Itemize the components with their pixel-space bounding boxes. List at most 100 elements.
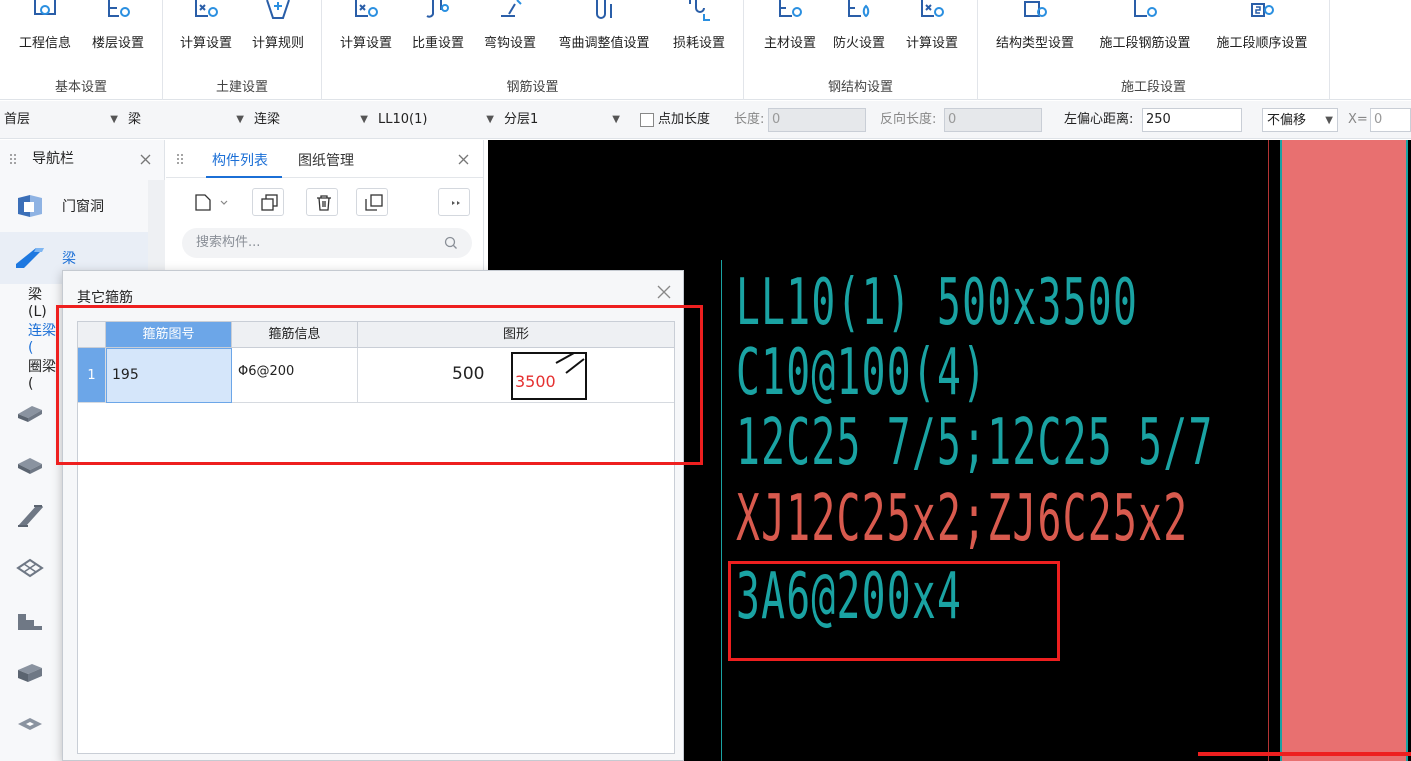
beam-label-line-2: C10@100(4) <box>736 336 988 410</box>
property-bar: 首层 ▼ 梁 ▼ 连梁 ▼ LL10(1) ▼ 分层1 ▼ 点加长度 长度: 0… <box>0 101 1411 139</box>
step-icon[interactable] <box>16 608 44 632</box>
group-title-section: 施工段设置 <box>1120 80 1186 95</box>
navigation-title: 导航栏 <box>32 151 74 167</box>
component-select[interactable]: LL10(1) ▼ <box>374 108 498 132</box>
add-length-checkbox[interactable] <box>640 113 654 127</box>
nav-item-label: 梁 <box>62 251 76 267</box>
section-order-button[interactable]: 施工段顺序设置 <box>1206 0 1318 54</box>
project-info-button[interactable]: 工程信息 <box>10 0 80 54</box>
trash-icon <box>317 195 331 211</box>
fireproof-icon <box>848 0 870 18</box>
category-select[interactable]: 梁 ▼ <box>124 108 248 132</box>
nav-item-door-window[interactable]: 门窗洞 <box>0 180 148 232</box>
pile-cap-icon[interactable] <box>16 712 44 736</box>
tab-component-list[interactable]: 构件列表 <box>212 150 268 170</box>
slab-icon[interactable] <box>16 400 44 424</box>
table-corner <box>78 322 106 348</box>
group-title-civil: 土建设置 <box>215 80 268 95</box>
column-header-code[interactable]: 箍筋图号 <box>106 322 232 348</box>
duplicate-icon <box>365 194 383 211</box>
steel-beam-icon[interactable] <box>16 504 44 528</box>
dialog-title: 其它箍筋 <box>77 290 133 306</box>
calc-settings-icon <box>195 0 218 17</box>
row-number[interactable]: 1 <box>78 348 106 403</box>
calc-settings-icon <box>355 0 378 17</box>
close-icon[interactable] <box>140 154 151 165</box>
cad-vertical-line <box>1268 140 1269 761</box>
type-select-value: 连梁 <box>254 112 281 127</box>
structure-type-label: 结构类型设置 <box>995 36 1074 51</box>
add-length-label: 点加长度 <box>658 112 711 127</box>
chevron-down-icon: ▼ <box>360 114 368 125</box>
floor-select[interactable]: 首层 ▼ <box>0 108 122 132</box>
door-window-icon <box>18 195 42 217</box>
duplicate-component-button[interactable] <box>356 188 388 216</box>
structure-type-button[interactable]: 结构类型设置 <box>988 0 1082 54</box>
bend-adjust-settings-button[interactable]: 弯曲调整值设置 <box>548 0 660 54</box>
grid-mesh-icon[interactable] <box>16 556 44 580</box>
section-rebar-button[interactable]: 施工段钢筋设置 <box>1090 0 1200 54</box>
component-search-input[interactable]: 搜索构件... <box>182 228 472 258</box>
cell-code[interactable]: 195 <box>106 348 232 403</box>
fireproof-button[interactable]: 防火设置 <box>826 0 892 54</box>
x-input[interactable]: 0 <box>1370 108 1411 132</box>
loss-settings-button[interactable]: 损耗设置 <box>664 0 734 54</box>
offset-input[interactable]: 250 <box>1142 108 1242 132</box>
calc-rules-button[interactable]: 计算规则 <box>245 0 311 54</box>
beam-label-line-5: 3A6@200x4 <box>736 560 963 634</box>
steel-calc-settings-label: 计算设置 <box>905 36 958 51</box>
section-order-label: 施工段顺序设置 <box>1216 36 1308 51</box>
drag-handle-icon[interactable] <box>9 153 17 165</box>
column-header-info[interactable]: 箍筋信息 <box>232 322 358 348</box>
project-info-label: 工程信息 <box>18 36 71 51</box>
app-window: 工程信息 楼层设置 基本设置 计算设置 计算规则 土建设置 计算设置 比重设置 … <box>0 0 1411 761</box>
beam-icon <box>16 248 44 268</box>
search-placeholder: 搜索构件... <box>196 235 261 250</box>
subitem-beam[interactable]: 梁(L) <box>28 284 60 320</box>
new-component-button[interactable] <box>186 188 238 216</box>
cell-shape[interactable]: 500 3500 <box>358 348 674 403</box>
chevron-down-icon: ▼ <box>236 114 244 125</box>
layer-select[interactable]: 分层1 ▼ <box>500 108 624 132</box>
close-icon[interactable] <box>458 154 469 165</box>
length-input[interactable]: 0 <box>768 108 866 132</box>
reverse-length-input[interactable]: 0 <box>944 108 1042 132</box>
group-title-rebar: 钢筋设置 <box>506 80 559 95</box>
civil-calc-settings-button[interactable]: 计算设置 <box>171 0 241 54</box>
subitem-coupling-beam[interactable]: 连梁( <box>28 320 60 356</box>
density-settings-button[interactable]: 比重设置 <box>404 0 472 54</box>
close-icon[interactable] <box>655 283 673 301</box>
density-icon <box>426 0 449 18</box>
type-select[interactable]: 连梁 ▼ <box>250 108 372 132</box>
navigation-list: 门窗洞 梁 <box>0 180 148 284</box>
loss-icon <box>689 0 710 21</box>
bend-adjust-icon <box>596 0 612 19</box>
more-options-button[interactable] <box>438 188 470 216</box>
offset-label: 左偏心距离: <box>1064 112 1134 127</box>
subitem-ring-beam[interactable]: 圈梁( <box>28 356 60 392</box>
cell-info[interactable]: Φ6@200 <box>232 348 358 403</box>
cell-info-value: Φ6@200 <box>238 364 295 379</box>
column-header-shape[interactable]: 图形 <box>358 322 674 348</box>
cad-vertical-line <box>1406 140 1408 761</box>
offset-mode-select[interactable]: 不偏移 ▼ <box>1262 108 1338 132</box>
floor-settings-button[interactable]: 楼层设置 <box>84 0 152 54</box>
ribbon-group-rebar: 计算设置 比重设置 弯钩设置 弯曲调整值设置 损耗设置 钢筋设置 <box>322 0 744 100</box>
layer-select-value: 分层1 <box>504 112 539 127</box>
rebar-calc-settings-button[interactable]: 计算设置 <box>332 0 400 54</box>
hook-settings-button[interactable]: 弯钩设置 <box>476 0 544 54</box>
steel-calc-settings-button[interactable]: 计算设置 <box>898 0 966 54</box>
foundation-icon[interactable] <box>16 660 44 684</box>
main-material-button[interactable]: 主材设置 <box>758 0 822 54</box>
stair-icon[interactable] <box>16 452 44 476</box>
nav-item-label: 门窗洞 <box>62 199 104 215</box>
loss-settings-label: 损耗设置 <box>672 36 725 51</box>
drag-handle-icon[interactable] <box>176 153 184 165</box>
copy-component-button[interactable] <box>252 188 284 216</box>
cad-vertical-line <box>721 260 722 761</box>
delete-component-button[interactable] <box>306 188 338 216</box>
project-info-icon <box>34 0 56 15</box>
calc-rules-label: 计算规则 <box>251 36 304 51</box>
annotation-underline <box>1198 752 1411 756</box>
tab-drawing-management[interactable]: 图纸管理 <box>298 150 354 170</box>
